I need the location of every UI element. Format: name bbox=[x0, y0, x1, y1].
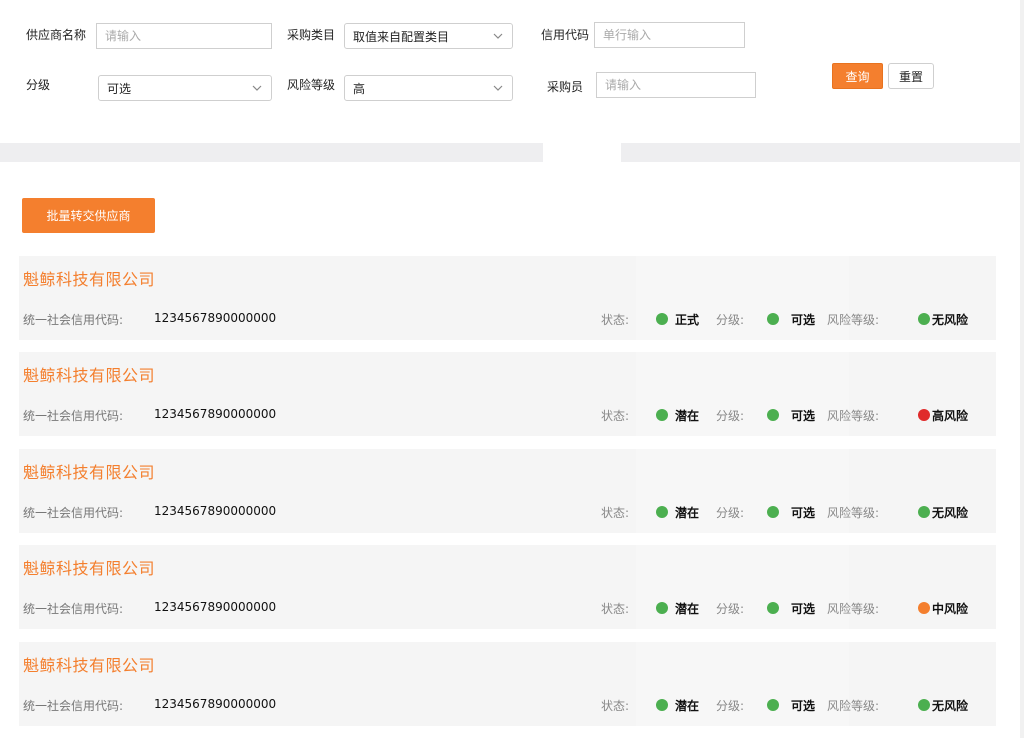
risk-level-label: 风险等级: bbox=[827, 409, 880, 423]
credit-code-label: 统一社会信用代码: bbox=[23, 313, 124, 327]
risk-level-label: 风险等级: bbox=[827, 699, 880, 713]
supplier-card[interactable]: 魁鲸科技有限公司 统一社会信用代码: 1234567890000000 状态: … bbox=[19, 352, 996, 436]
grade-dot bbox=[767, 602, 779, 614]
grade-select-value: 可选 bbox=[107, 81, 132, 96]
grade-value: 可选 bbox=[791, 699, 816, 713]
credit-code-value: 1234567890000000 bbox=[154, 407, 277, 421]
supplier-name[interactable]: 魁鲸科技有限公司 bbox=[23, 652, 155, 676]
category-select[interactable]: 取值来自配置类目 bbox=[344, 23, 513, 49]
status-value: 正式 bbox=[675, 313, 700, 327]
chevron-down-icon bbox=[493, 85, 503, 91]
credit-code-value: 1234567890000000 bbox=[154, 697, 277, 711]
chevron-down-icon bbox=[252, 85, 262, 91]
grade-dot bbox=[767, 506, 779, 518]
risk-value: 无风险 bbox=[932, 313, 969, 327]
credit-code-input[interactable] bbox=[594, 22, 745, 48]
risk-value: 中风险 bbox=[932, 602, 969, 616]
credit-code-value: 1234567890000000 bbox=[154, 504, 277, 518]
category-select-value: 取值来自配置类目 bbox=[353, 29, 450, 44]
grade-label: 分级: bbox=[716, 409, 745, 423]
category-label: 采购类目 bbox=[287, 28, 336, 42]
grade-label: 分级: bbox=[716, 699, 745, 713]
status-value: 潜在 bbox=[675, 409, 700, 423]
risk-dot bbox=[918, 602, 930, 614]
supplier-card[interactable]: 魁鲸科技有限公司 统一社会信用代码: 1234567890000000 状态: … bbox=[19, 449, 996, 533]
grade-dot bbox=[767, 313, 779, 325]
risk-dot bbox=[918, 699, 930, 711]
status-label: 状态: bbox=[601, 506, 630, 520]
risk-value: 高风险 bbox=[932, 409, 969, 423]
risk-level-select-value: 高 bbox=[353, 81, 366, 96]
risk-level-label: 风险等级: bbox=[827, 313, 880, 327]
status-value: 潜在 bbox=[675, 506, 700, 520]
credit-code-label: 统一社会信用代码: bbox=[23, 602, 124, 616]
section-divider bbox=[621, 143, 1024, 162]
buyer-label: 采购员 bbox=[547, 80, 584, 94]
chevron-down-icon bbox=[493, 33, 503, 39]
status-dot bbox=[656, 602, 668, 614]
grade-value: 可选 bbox=[791, 506, 816, 520]
status-dot bbox=[656, 313, 668, 325]
risk-dot bbox=[918, 313, 930, 325]
risk-level-label: 风险等级 bbox=[287, 78, 336, 92]
supplier-card[interactable]: 魁鲸科技有限公司 统一社会信用代码: 1234567890000000 状态: … bbox=[19, 642, 996, 726]
status-dot bbox=[656, 409, 668, 421]
credit-code-label: 统一社会信用代码: bbox=[23, 506, 124, 520]
status-dot bbox=[656, 699, 668, 711]
risk-value: 无风险 bbox=[932, 506, 969, 520]
supplier-name[interactable]: 魁鲸科技有限公司 bbox=[23, 266, 155, 290]
credit-code-label: 统一社会信用代码: bbox=[23, 409, 124, 423]
filter-panel: 供应商名称 采购类目 取值来自配置类目 信用代码 分级 可选 风险等级 高 采购… bbox=[0, 0, 1024, 143]
risk-level-select[interactable]: 高 bbox=[344, 75, 513, 101]
status-label: 状态: bbox=[601, 602, 630, 616]
status-label: 状态: bbox=[601, 313, 630, 327]
scrollbar-track[interactable] bbox=[1020, 0, 1024, 738]
status-value: 潜在 bbox=[675, 699, 700, 713]
status-label: 状态: bbox=[601, 699, 630, 713]
grade-label: 分级 bbox=[26, 78, 51, 92]
grade-label: 分级: bbox=[716, 602, 745, 616]
grade-value: 可选 bbox=[791, 602, 816, 616]
grade-value: 可选 bbox=[791, 409, 816, 423]
supplier-name[interactable]: 魁鲸科技有限公司 bbox=[23, 362, 155, 386]
credit-code-value: 1234567890000000 bbox=[154, 311, 277, 325]
risk-level-label: 风险等级: bbox=[827, 602, 880, 616]
supplier-card[interactable]: 魁鲸科技有限公司 统一社会信用代码: 1234567890000000 状态: … bbox=[19, 545, 996, 629]
credit-code-label: 信用代码 bbox=[541, 28, 590, 42]
risk-level-label: 风险等级: bbox=[827, 506, 880, 520]
batch-transfer-supplier-button[interactable]: 批量转交供应商 bbox=[22, 198, 155, 233]
status-value: 潜在 bbox=[675, 602, 700, 616]
reset-button[interactable]: 重置 bbox=[888, 63, 934, 89]
credit-code-label: 统一社会信用代码: bbox=[23, 699, 124, 713]
risk-dot bbox=[918, 506, 930, 518]
grade-label: 分级: bbox=[716, 313, 745, 327]
grade-dot bbox=[767, 699, 779, 711]
supplier-name[interactable]: 魁鲸科技有限公司 bbox=[23, 555, 155, 579]
supplier-card[interactable]: 魁鲸科技有限公司 统一社会信用代码: 1234567890000000 状态: … bbox=[19, 256, 996, 340]
status-label: 状态: bbox=[601, 409, 630, 423]
supplier-name-input[interactable] bbox=[96, 23, 272, 49]
buyer-input[interactable] bbox=[596, 72, 756, 98]
grade-select[interactable]: 可选 bbox=[98, 75, 272, 101]
query-button[interactable]: 查询 bbox=[832, 63, 883, 89]
credit-code-value: 1234567890000000 bbox=[154, 600, 277, 614]
supplier-name[interactable]: 魁鲸科技有限公司 bbox=[23, 459, 155, 483]
supplier-name-label: 供应商名称 bbox=[26, 28, 87, 42]
section-divider bbox=[0, 143, 543, 162]
risk-value: 无风险 bbox=[932, 699, 969, 713]
grade-value: 可选 bbox=[791, 313, 816, 327]
grade-label: 分级: bbox=[716, 506, 745, 520]
status-dot bbox=[656, 506, 668, 518]
grade-dot bbox=[767, 409, 779, 421]
risk-dot bbox=[918, 409, 930, 421]
